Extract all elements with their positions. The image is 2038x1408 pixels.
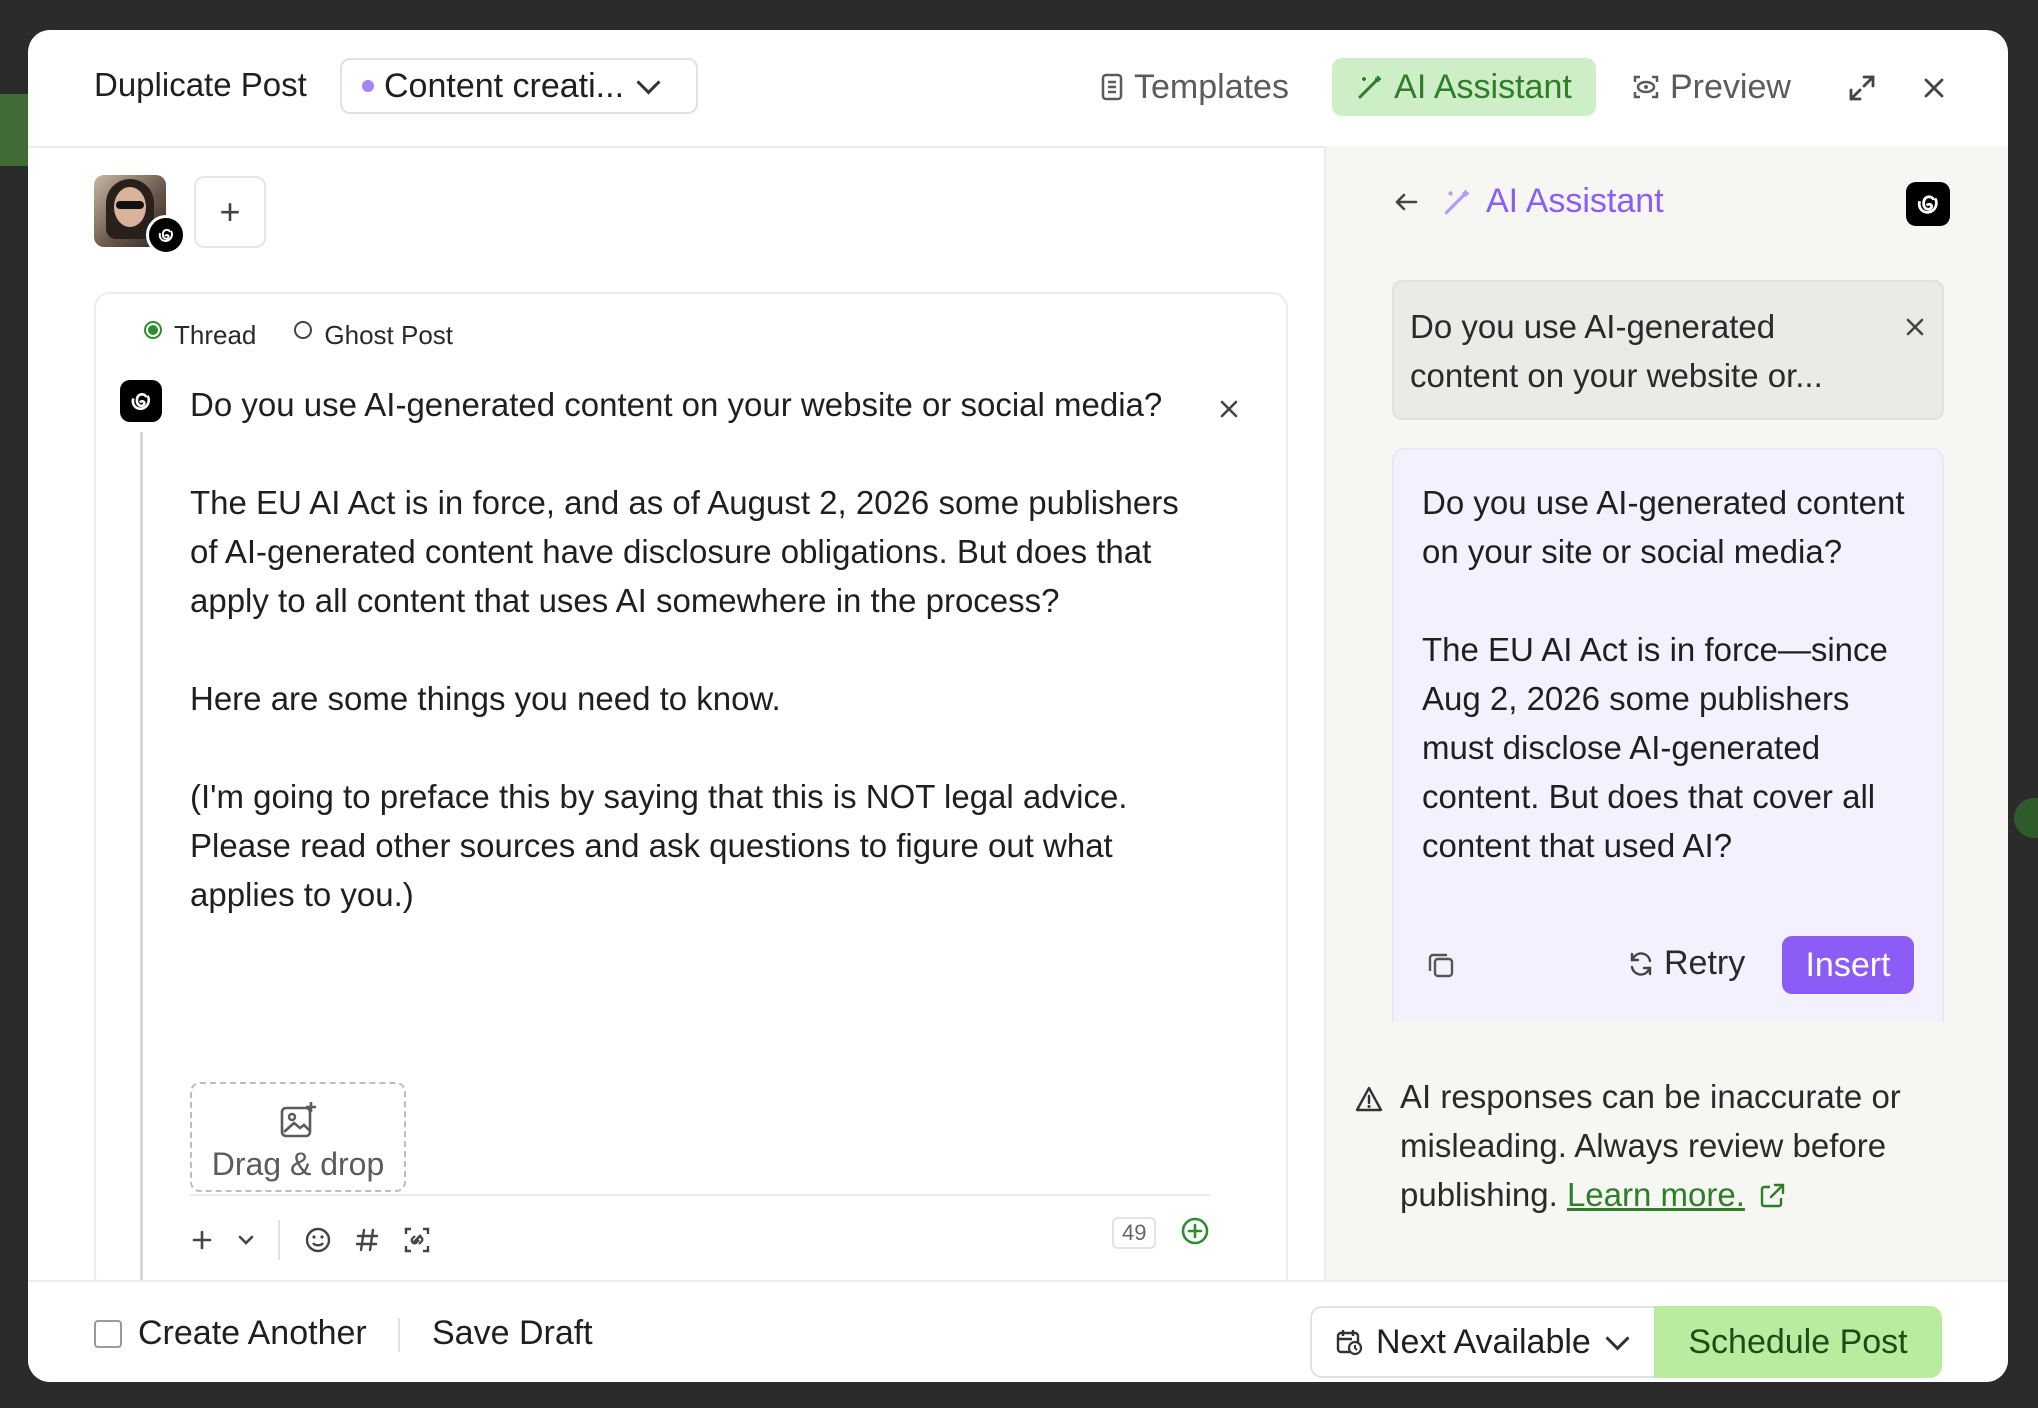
modal-header: Duplicate Post Content creati... Templat…: [28, 30, 2008, 148]
content-group-select[interactable]: Content creati...: [340, 58, 698, 114]
media-dropzone[interactable]: Drag & drop: [190, 1082, 406, 1192]
background-badge: [2014, 798, 2038, 838]
thread-radio-label[interactable]: Thread: [174, 320, 256, 351]
duplicate-post-modal: Duplicate Post Content creati... Templat…: [28, 30, 2008, 1382]
eye-icon: [1633, 75, 1659, 99]
ghost-post-radio[interactable]: [294, 320, 313, 339]
learn-more-link[interactable]: Learn more.: [1567, 1176, 1745, 1213]
create-another-label[interactable]: Create Another: [138, 1314, 367, 1353]
save-draft-button[interactable]: Save Draft: [432, 1314, 593, 1353]
ai-assistant-panel: AI Assistant Do you use AI-generated con…: [1324, 146, 2008, 1280]
thread-connector-line: [140, 432, 143, 1292]
schedule-time-select[interactable]: Next Available: [1310, 1306, 1656, 1378]
magic-wand-icon: [1358, 76, 1382, 99]
external-link-icon[interactable]: [1758, 1182, 1786, 1210]
warning-icon: [1355, 1086, 1383, 1112]
link-icon[interactable]: [402, 1225, 432, 1255]
expand-icon[interactable]: [1844, 70, 1880, 106]
modal-footer: Create Another Save Draft Next Available…: [28, 1280, 2008, 1382]
preview-label: Preview: [1670, 67, 1791, 106]
character-count: 49: [1112, 1217, 1157, 1249]
group-select-label: Content creati...: [384, 66, 625, 105]
document-icon: [1101, 73, 1123, 101]
ai-prompt-text: Do you use AI-generated content on your …: [1410, 308, 1823, 394]
threads-icon: [1906, 182, 1950, 226]
post-text-area[interactable]: Do you use AI-generated content on your …: [190, 380, 1190, 919]
threads-icon: [120, 380, 162, 422]
dropzone-label: Drag & drop: [211, 1146, 385, 1182]
emoji-icon[interactable]: [304, 1226, 332, 1254]
templates-label: Templates: [1134, 67, 1289, 106]
add-thread-icon[interactable]: [1180, 1216, 1210, 1251]
schedule-post-button[interactable]: Schedule Post: [1654, 1306, 1942, 1378]
clear-prompt-close-icon[interactable]: [1904, 304, 1926, 353]
add-image-icon: [280, 1102, 316, 1138]
hashtag-icon[interactable]: [354, 1227, 380, 1253]
calendar-clock-icon: [1336, 1330, 1363, 1356]
ghost-post-radio-label[interactable]: Ghost Post: [324, 320, 453, 351]
back-arrow-icon[interactable]: [1392, 188, 1420, 216]
ai-assistant-button[interactable]: AI Assistant: [1332, 58, 1596, 116]
retry-button[interactable]: Retry: [1626, 944, 1745, 983]
preview-button[interactable]: Preview: [1632, 58, 1791, 116]
close-icon[interactable]: [1916, 70, 1952, 106]
ai-disclaimer: AI responses can be inaccurate or mislea…: [1354, 1072, 1954, 1219]
chevron-down-icon[interactable]: [236, 1230, 256, 1250]
editor-toolbar: [190, 1216, 1210, 1264]
ai-prompt-chip: Do you use AI-generated content on your …: [1392, 280, 1944, 420]
copy-icon[interactable]: [1426, 950, 1456, 985]
remove-post-close-icon[interactable]: [1218, 390, 1240, 429]
threads-badge-icon: [146, 215, 186, 255]
add-account-button[interactable]: +: [194, 176, 266, 248]
group-color-dot: [362, 80, 374, 92]
retry-label: Retry: [1664, 944, 1746, 982]
refresh-icon: [1630, 951, 1652, 976]
chevron-down-icon: [1605, 1325, 1630, 1351]
post-type-radio-group: Thread Ghost Post: [144, 320, 453, 351]
ai-response-text: Do you use AI-generated content on your …: [1422, 484, 1905, 864]
ai-panel-header: AI Assistant: [1392, 182, 1664, 221]
next-available-label: Next Available: [1376, 1322, 1591, 1361]
ai-panel-title: AI Assistant: [1486, 182, 1664, 220]
post-editor: Thread Ghost Post Do you use AI-generate…: [94, 292, 1288, 1292]
thread-radio[interactable]: [144, 320, 162, 339]
ai-assistant-label: AI Assistant: [1394, 67, 1572, 106]
templates-button[interactable]: Templates: [1100, 58, 1289, 116]
background-sidebar-accent: [0, 94, 28, 166]
add-icon[interactable]: [190, 1228, 214, 1252]
modal-title: Duplicate Post: [94, 66, 307, 103]
ai-response-card: Do you use AI-generated content on your …: [1392, 448, 1944, 1022]
chevron-down-icon: [636, 69, 661, 95]
create-another-checkbox[interactable]: [94, 1320, 122, 1348]
magic-wand-icon: [1444, 189, 1469, 214]
insert-button[interactable]: Insert: [1782, 936, 1914, 994]
